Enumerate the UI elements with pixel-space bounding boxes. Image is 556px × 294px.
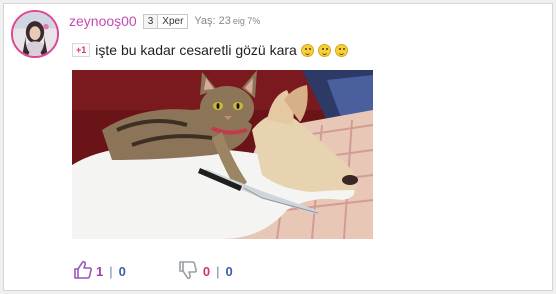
like-secondary-count[interactable]: 0	[119, 264, 126, 279]
thumbs-up-icon	[73, 260, 93, 283]
vote-separator: |	[109, 264, 113, 279]
plus-one-badge[interactable]: +1	[72, 43, 91, 57]
age-ratio: eig 7%	[232, 16, 261, 26]
like-button[interactable]: 1	[73, 260, 103, 283]
grin-emoji-icon	[334, 43, 348, 57]
vote-separator: |	[216, 264, 220, 279]
comment-photo[interactable]	[72, 70, 373, 239]
comment-text: işte bu kadar cesaretli gözü kara	[95, 42, 297, 58]
level-rank: Xper	[162, 15, 184, 27]
dislike-group: 0 | 0	[178, 260, 233, 283]
level-number: 3	[143, 14, 159, 28]
like-count: 1	[96, 264, 104, 279]
user-age: Yaş: 23 eig 7%	[194, 15, 260, 27]
avatar-photo	[13, 12, 57, 56]
avatar[interactable]	[11, 10, 59, 58]
username-link[interactable]: zeynooş00	[69, 13, 137, 29]
dislike-count: 0	[202, 264, 211, 279]
comment-card: zeynooş00 3 Xper Yaş: 23 eig 7% +1 işte b…	[3, 3, 553, 291]
user-level-badge: 3 Xper	[142, 13, 189, 29]
thumbs-down-icon	[178, 260, 198, 283]
dislike-secondary-count[interactable]: 0	[225, 264, 232, 279]
grin-emoji-icon	[300, 43, 314, 57]
cat-dog-knife-image	[72, 70, 373, 239]
comment-header: zeynooş00 3 Xper Yaş: 23 eig 7%	[69, 13, 260, 29]
vote-bar: 1 | 0 0 | 0	[73, 260, 233, 283]
age-text: Yaş: 23	[194, 15, 231, 27]
comment-body: +1 işte bu kadar cesaretli gözü kara	[72, 42, 348, 58]
dislike-button[interactable]: 0	[178, 260, 210, 283]
grin-emoji-icon	[317, 43, 331, 57]
